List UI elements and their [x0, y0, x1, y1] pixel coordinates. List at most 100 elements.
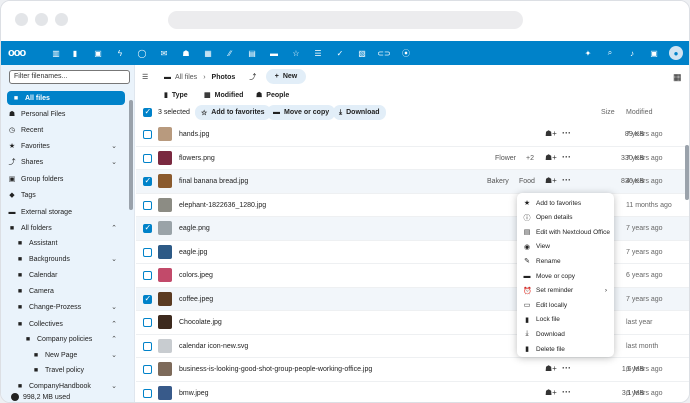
- window-close-dot[interactable]: [15, 13, 28, 26]
- file-checkbox[interactable]: [143, 365, 152, 374]
- file-thumbnail[interactable]: [158, 197, 172, 212]
- file-name[interactable]: eagle.jpg: [179, 249, 207, 256]
- menu-item-lock-file[interactable]: ▮ Lock file: [523, 313, 611, 327]
- sidebar-item-travel-policy[interactable]: ■ Travel policy: [31, 363, 125, 377]
- file-thumbnail[interactable]: [158, 127, 172, 141]
- file-name[interactable]: coffee.jpeg: [179, 296, 213, 303]
- file-checkbox[interactable]: [143, 200, 152, 210]
- file-checkbox[interactable]: [143, 176, 152, 186]
- download-button[interactable]: ⤓ Download: [333, 105, 386, 120]
- file-thumbnail[interactable]: [158, 315, 172, 329]
- activity-icon[interactable]: ϟ: [113, 46, 127, 60]
- share-icon[interactable]: ☗+: [545, 129, 557, 138]
- sidebar-item-tags[interactable]: ◆ Tags: [7, 188, 125, 202]
- file-tag[interactable]: Bakery: [487, 178, 509, 185]
- file-name[interactable]: elephant-1822636_1280.jpg: [179, 202, 266, 209]
- sidebar-item-group-folders[interactable]: ▣ Group folders: [7, 172, 125, 186]
- share-icon[interactable]: ☗+: [545, 176, 557, 185]
- talk-icon[interactable]: ◯: [135, 46, 149, 60]
- more-actions-icon[interactable]: ···: [562, 128, 571, 138]
- chevron-down-icon[interactable]: ⌄: [111, 351, 117, 359]
- maps-icon[interactable]: ⦿: [399, 46, 413, 60]
- file-name[interactable]: calendar icon-new.svg: [179, 343, 248, 350]
- avatar[interactable]: ●: [669, 46, 683, 60]
- link-icon[interactable]: ⊂⊃: [377, 46, 391, 60]
- tables-icon[interactable]: ▬: [267, 46, 281, 60]
- file-row[interactable]: flowers.png Flower +2 ☗+ ··· 330 KB 7 years ag…: [136, 147, 689, 170]
- file-row[interactable]: hands.jpg ☗+ ··· 89 KB 7 years ago: [136, 123, 689, 147]
- sidebar-item-assistant[interactable]: ■ Assistant: [15, 236, 125, 250]
- file-checkbox[interactable]: [143, 341, 152, 351]
- modified-column-header[interactable]: Modified: [626, 109, 652, 116]
- menu-item-move-or-copy[interactable]: ▬ Move or copy: [523, 269, 611, 283]
- news-icon[interactable]: ▧: [355, 46, 369, 60]
- deck-icon[interactable]: ▤: [245, 46, 259, 60]
- files-icon[interactable]: ▮: [68, 46, 82, 60]
- move-or-copy-button[interactable]: ▬ Move or copy: [267, 105, 336, 120]
- assistant-icon[interactable]: ✦: [581, 46, 595, 60]
- sidebar-item-calendar[interactable]: ■ Calendar: [15, 268, 125, 282]
- grid-view-icon[interactable]: ▦: [673, 70, 682, 84]
- chevron-down-icon[interactable]: ⌄: [111, 382, 117, 390]
- menu-item-edit-locally[interactable]: ▭ Edit locally: [523, 298, 611, 312]
- mail-icon[interactable]: ✉: [157, 46, 171, 60]
- add-to-favorites-button[interactable]: ☆ Add to favorites: [195, 105, 271, 120]
- contacts-menu-icon[interactable]: ▣: [647, 46, 661, 60]
- more-actions-icon[interactable]: ···: [562, 387, 571, 397]
- menu-item-add-to-favorites[interactable]: ★ Add to favorites: [523, 196, 611, 210]
- menu-item-delete-file[interactable]: ▮ Delete file: [523, 342, 611, 356]
- chevron-down-icon[interactable]: ⌄: [111, 255, 117, 263]
- menu-item-open-details[interactable]: ⓘ Open details: [523, 211, 611, 225]
- file-name[interactable]: business-is-looking-good-shot-group-peop…: [179, 366, 372, 373]
- file-name[interactable]: final banana bread.jpg: [179, 178, 248, 185]
- search-icon[interactable]: ⌕: [603, 46, 617, 60]
- file-checkbox[interactable]: [143, 247, 152, 257]
- file-tag[interactable]: +2: [526, 155, 534, 162]
- file-checkbox[interactable]: [143, 318, 152, 327]
- file-thumbnail[interactable]: [158, 385, 172, 400]
- nextcloud-logo[interactable]: ooo: [8, 47, 34, 59]
- photos-icon[interactable]: ▣: [91, 46, 105, 60]
- window-maximize-dot[interactable]: [55, 13, 68, 26]
- more-actions-icon[interactable]: ···: [562, 363, 571, 373]
- file-row[interactable]: business-is-looking-good-shot-group-peop…: [136, 358, 689, 382]
- forms-icon[interactable]: ☆: [289, 46, 303, 60]
- window-minimize-dot[interactable]: [35, 13, 48, 26]
- more-actions-icon[interactable]: ···: [562, 175, 571, 185]
- file-name[interactable]: hands.jpg: [179, 131, 209, 138]
- share-folder-icon[interactable]: ⤴: [249, 72, 256, 82]
- sidebar-item-new-page[interactable]: ■ New Page ⌄: [31, 348, 125, 362]
- share-icon[interactable]: ☗+: [545, 153, 557, 162]
- file-checkbox[interactable]: [143, 388, 152, 398]
- sidebar-scrollbar[interactable]: [129, 100, 133, 210]
- file-row[interactable]: bmw.jpeg ☗+ ··· 3,1 MB 6 years ago: [136, 382, 689, 403]
- sidebar-item-external-storage[interactable]: ▬ External storage: [7, 205, 125, 219]
- file-thumbnail[interactable]: [158, 244, 172, 259]
- file-thumbnail[interactable]: [158, 268, 172, 282]
- sidebar-item-all-folders[interactable]: ■ All folders ⌃: [7, 221, 125, 235]
- notifications-icon[interactable]: ♪: [625, 46, 639, 60]
- chevron-up-icon[interactable]: ⌃: [111, 320, 117, 328]
- sidebar-item-recent[interactable]: ◷ Recent: [7, 123, 125, 137]
- menu-item-rename[interactable]: ✎ Rename: [523, 254, 611, 268]
- file-thumbnail[interactable]: [158, 150, 172, 165]
- sidebar-item-collectives[interactable]: ■ Collectives ⌃: [15, 317, 125, 331]
- file-name[interactable]: flowers.png: [179, 155, 215, 162]
- sidebar-item-favorites[interactable]: ★ Favorites ⌄: [7, 139, 125, 153]
- menu-item-set-reminder[interactable]: ⏰ Set reminder ›: [523, 284, 611, 298]
- check-icon[interactable]: ✓: [333, 46, 347, 60]
- filter-type[interactable]: ▮ Type: [164, 88, 188, 102]
- file-name[interactable]: bmw.jpeg: [179, 390, 209, 397]
- file-thumbnail[interactable]: [158, 338, 172, 353]
- file-list-scrollbar[interactable]: [685, 145, 689, 200]
- more-actions-icon[interactable]: ···: [562, 152, 571, 162]
- sidebar-item-camera[interactable]: ■ Camera: [15, 284, 125, 298]
- filter-people[interactable]: ☗ People: [256, 88, 289, 102]
- chevron-down-icon[interactable]: ⌄: [111, 303, 117, 311]
- menu-item-edit-with-nextcloud-office[interactable]: ▤ Edit with Nextcloud Office: [523, 225, 611, 239]
- sidebar-item-change-prozess[interactable]: ■ Change-Prozess ⌄: [15, 300, 125, 314]
- sidebar-item-company-policies[interactable]: ■ Company policies ⌃: [23, 332, 125, 346]
- file-thumbnail[interactable]: [158, 221, 172, 235]
- file-name[interactable]: Chocolate.jpg: [179, 319, 222, 326]
- calendar-icon[interactable]: ▦: [201, 46, 215, 60]
